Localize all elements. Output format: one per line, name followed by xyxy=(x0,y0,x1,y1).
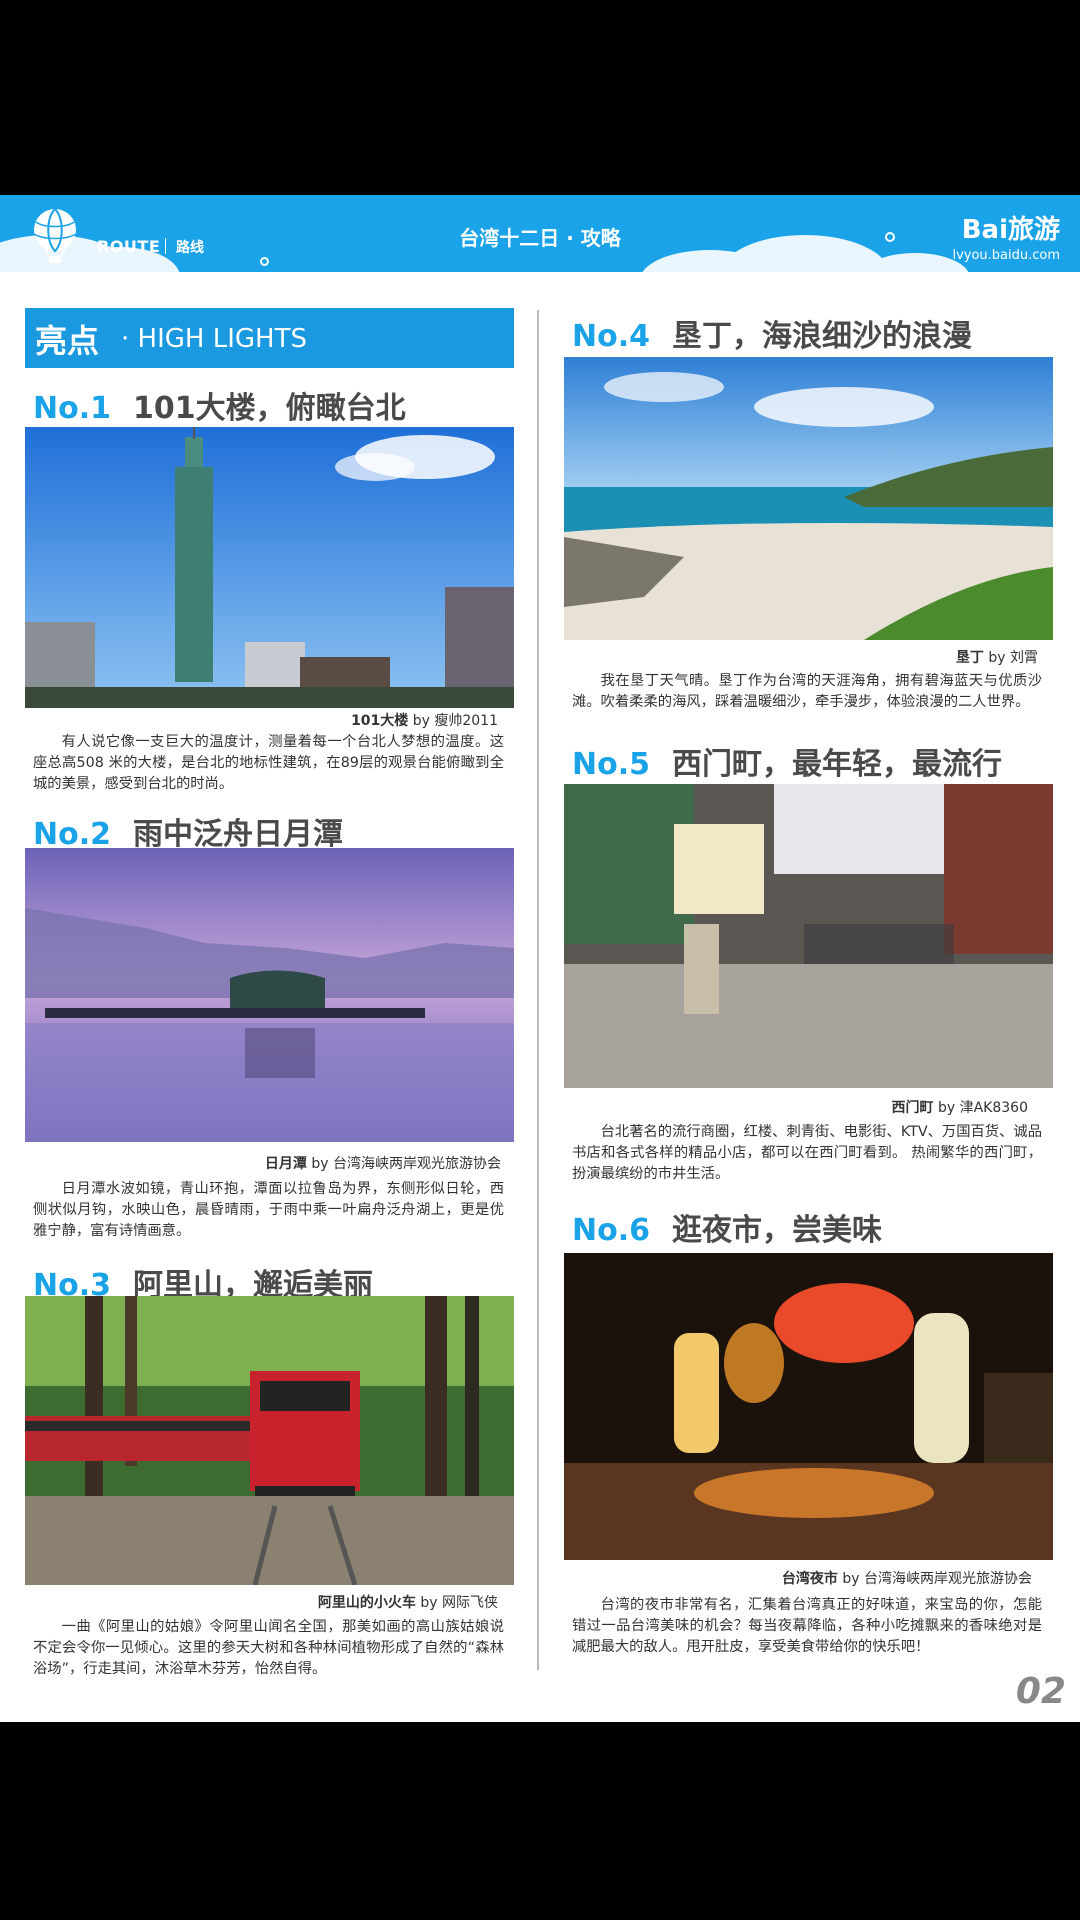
photo-credit: 台湾夜市 by 台湾海峡两岸观光旅游协会 xyxy=(564,1568,1032,1588)
section-heading: No.5 西门町，最年轻，最流行 xyxy=(572,739,1002,783)
section-number: No.6 xyxy=(572,1213,650,1248)
photo-credit: 垦丁 by 刘霄 xyxy=(564,647,1038,667)
page-title: 台湾十二日 · 攻略 xyxy=(459,226,621,250)
section-title: 垦丁，海浪细沙的浪漫 xyxy=(672,319,972,354)
section-description: 我在垦丁天气晴。垦丁作为台湾的天涯海角，拥有碧海蓝天与优质沙滩。吹着柔柔的海风，… xyxy=(572,673,1042,710)
highlights-banner: 亮点 · HIGH LIGHTS xyxy=(25,308,514,368)
alishan-train-photo xyxy=(25,1296,514,1585)
column-divider xyxy=(537,310,539,1670)
credit-place: 日月潭 xyxy=(264,1156,307,1172)
photo-credit: 西门町 by 津AK8360 xyxy=(564,1097,1028,1117)
kenting-beach-photo xyxy=(564,357,1053,640)
credit-author: by 刘霄 xyxy=(983,650,1038,666)
section-description: 日月潭水波如镜，青山环抱，潭面以拉鲁岛为界，东侧形似日轮，西侧状似月钩，水映山色… xyxy=(33,1181,504,1239)
credit-author: by 台湾海峡两岸观光旅游协会 xyxy=(837,1571,1032,1587)
credit-author: by 瘦帅2011 xyxy=(408,713,498,729)
section-number: No.2 xyxy=(33,817,111,852)
section-number: No.1 xyxy=(33,391,111,426)
ximending-street-photo xyxy=(564,784,1053,1088)
credit-place: 垦丁 xyxy=(955,650,984,666)
section-title: 西门町，最年轻，最流行 xyxy=(672,747,1002,782)
header-bar: ROUTE 路线 台湾十二日 · 攻略 Bai旅游 lvyou.baidu.co… xyxy=(0,195,1080,272)
banner-title-cn: 亮点 xyxy=(35,322,100,360)
section-description: 台湾的夜市非常有名，汇集着台湾真正的好味道，来宝岛的你，怎能错过一品台湾美味的机… xyxy=(572,1597,1042,1655)
photo-credit: 101大楼 by 瘦帅2011 xyxy=(25,710,498,730)
section-description: 有人说它像一支巨大的温度计，测量着每一个台北人梦想的温度。这座总高508 米的大… xyxy=(33,734,504,792)
photo-credit: 阿里山的小火车 by 网际飞侠 xyxy=(25,1592,498,1612)
photo-credit: 日月潭 by 台湾海峡两岸观光旅游协会 xyxy=(25,1153,501,1173)
section-title: 雨中泛舟日月潭 xyxy=(133,817,343,852)
banner-title-en: · HIGH LIGHTS xyxy=(121,324,307,354)
night-market-photo xyxy=(564,1253,1053,1560)
credit-author: by 津AK8360 xyxy=(933,1100,1028,1116)
credit-place: 101大楼 xyxy=(351,713,409,729)
credit-place: 西门町 xyxy=(891,1100,934,1116)
guide-page: ROUTE 路线 台湾十二日 · 攻略 Bai旅游 lvyou.baidu.co… xyxy=(0,195,1080,1722)
credit-author: by 台湾海峡两岸观光旅游协会 xyxy=(306,1156,501,1172)
section-heading: No.1 101大楼，俯瞰台北 xyxy=(33,383,406,427)
sun-moon-lake-photo xyxy=(25,848,514,1142)
section-heading: No.2 雨中泛舟日月潭 xyxy=(33,809,343,853)
section-number: No.4 xyxy=(572,319,650,354)
section-title: 101大楼，俯瞰台北 xyxy=(133,391,406,426)
page-number: 02 xyxy=(1015,1671,1066,1712)
section-description: 一曲《阿里山的姑娘》令阿里山闻名全国，那美如画的高山族姑娘说不定会令你一见倾心。… xyxy=(33,1619,504,1677)
brand-url: lvyou.baidu.com xyxy=(952,248,1060,263)
baidu-travel-logo: Bai旅游 xyxy=(961,215,1060,245)
section-title: 逛夜市，尝美味 xyxy=(672,1213,882,1248)
section-number: No.5 xyxy=(572,747,650,782)
credit-place: 阿里山的小火车 xyxy=(317,1595,416,1611)
taipei-101-photo xyxy=(25,427,514,708)
section-heading: No.6 逛夜市，尝美味 xyxy=(572,1205,882,1249)
credit-place: 台湾夜市 xyxy=(781,1571,838,1587)
credit-author: by 网际飞侠 xyxy=(415,1595,498,1611)
section-description: 台北著名的流行商圈，红楼、刺青街、电影街、KTV、万国百货、诚品书店和各式各样的… xyxy=(572,1124,1042,1182)
section-heading: No.4 垦丁，海浪细沙的浪漫 xyxy=(572,311,972,355)
